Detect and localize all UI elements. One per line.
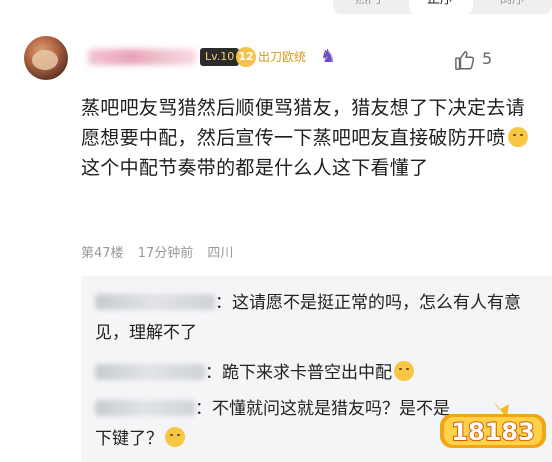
sort-hot[interactable]: 热门 — [355, 0, 381, 7]
emoji-icon — [394, 361, 414, 381]
reply-username-blurred[interactable] — [95, 400, 195, 416]
comment-text: 蒸吧吧友骂猎然后顺便骂猎友，猎友想了下决定去请愿想要中配，然后宣传一下蒸吧吧友直… — [81, 97, 525, 149]
reply-text-tail: 下键了？ — [95, 429, 163, 449]
reply-item[interactable]: ：这请愿不是挺正常的吗，怎么有人有意见，理解不了 — [95, 288, 525, 348]
like-count: 5 — [482, 49, 493, 68]
avatar[interactable] — [24, 36, 68, 80]
sort-desc[interactable]: 倒序 — [499, 0, 525, 7]
comment-meta: 第47楼 17分钟前 四川 — [81, 242, 243, 261]
floor-number: 第47楼 — [81, 246, 124, 261]
reply-username-blurred[interactable] — [95, 364, 205, 380]
thumbs-up-icon[interactable] — [454, 50, 476, 70]
watermark-logo: 18183 — [440, 400, 546, 448]
reply-username-blurred[interactable] — [95, 294, 215, 310]
horse-icon: ♞ — [320, 46, 337, 67]
watermark-text: 18183 — [451, 418, 535, 446]
post-time: 17分钟前 — [137, 246, 194, 261]
sort-bar: 热门 正序 倒序 — [333, 0, 552, 14]
emoji-icon — [507, 127, 528, 147]
group-tag: 出刀欧统 — [258, 50, 307, 64]
reply-text: 跪下来求卡普空出中配 — [222, 363, 392, 383]
reply-text: 不懂就问这就是猎友吗？是不是 — [212, 399, 450, 419]
top-strip: 热门 正序 倒序 — [0, 0, 552, 22]
sort-asc[interactable]: 正序 — [427, 0, 453, 7]
username-blurred[interactable] — [88, 49, 196, 65]
level-badge: Lv.10 — [200, 48, 240, 66]
location: 四川 — [207, 246, 234, 261]
medal-icon: 12 — [236, 47, 256, 67]
emoji-icon — [165, 427, 185, 447]
reply-item[interactable]: ：跪下来求卡普空出中配 — [95, 358, 525, 388]
comment-text-tail: 这个中配节奏带的都是什么人这下看懂了 — [81, 157, 429, 179]
comment-body: 蒸吧吧友骂猎然后顺便骂猎友，猎友想了下决定去请愿想要中配，然后宣传一下蒸吧吧友直… — [81, 93, 541, 183]
